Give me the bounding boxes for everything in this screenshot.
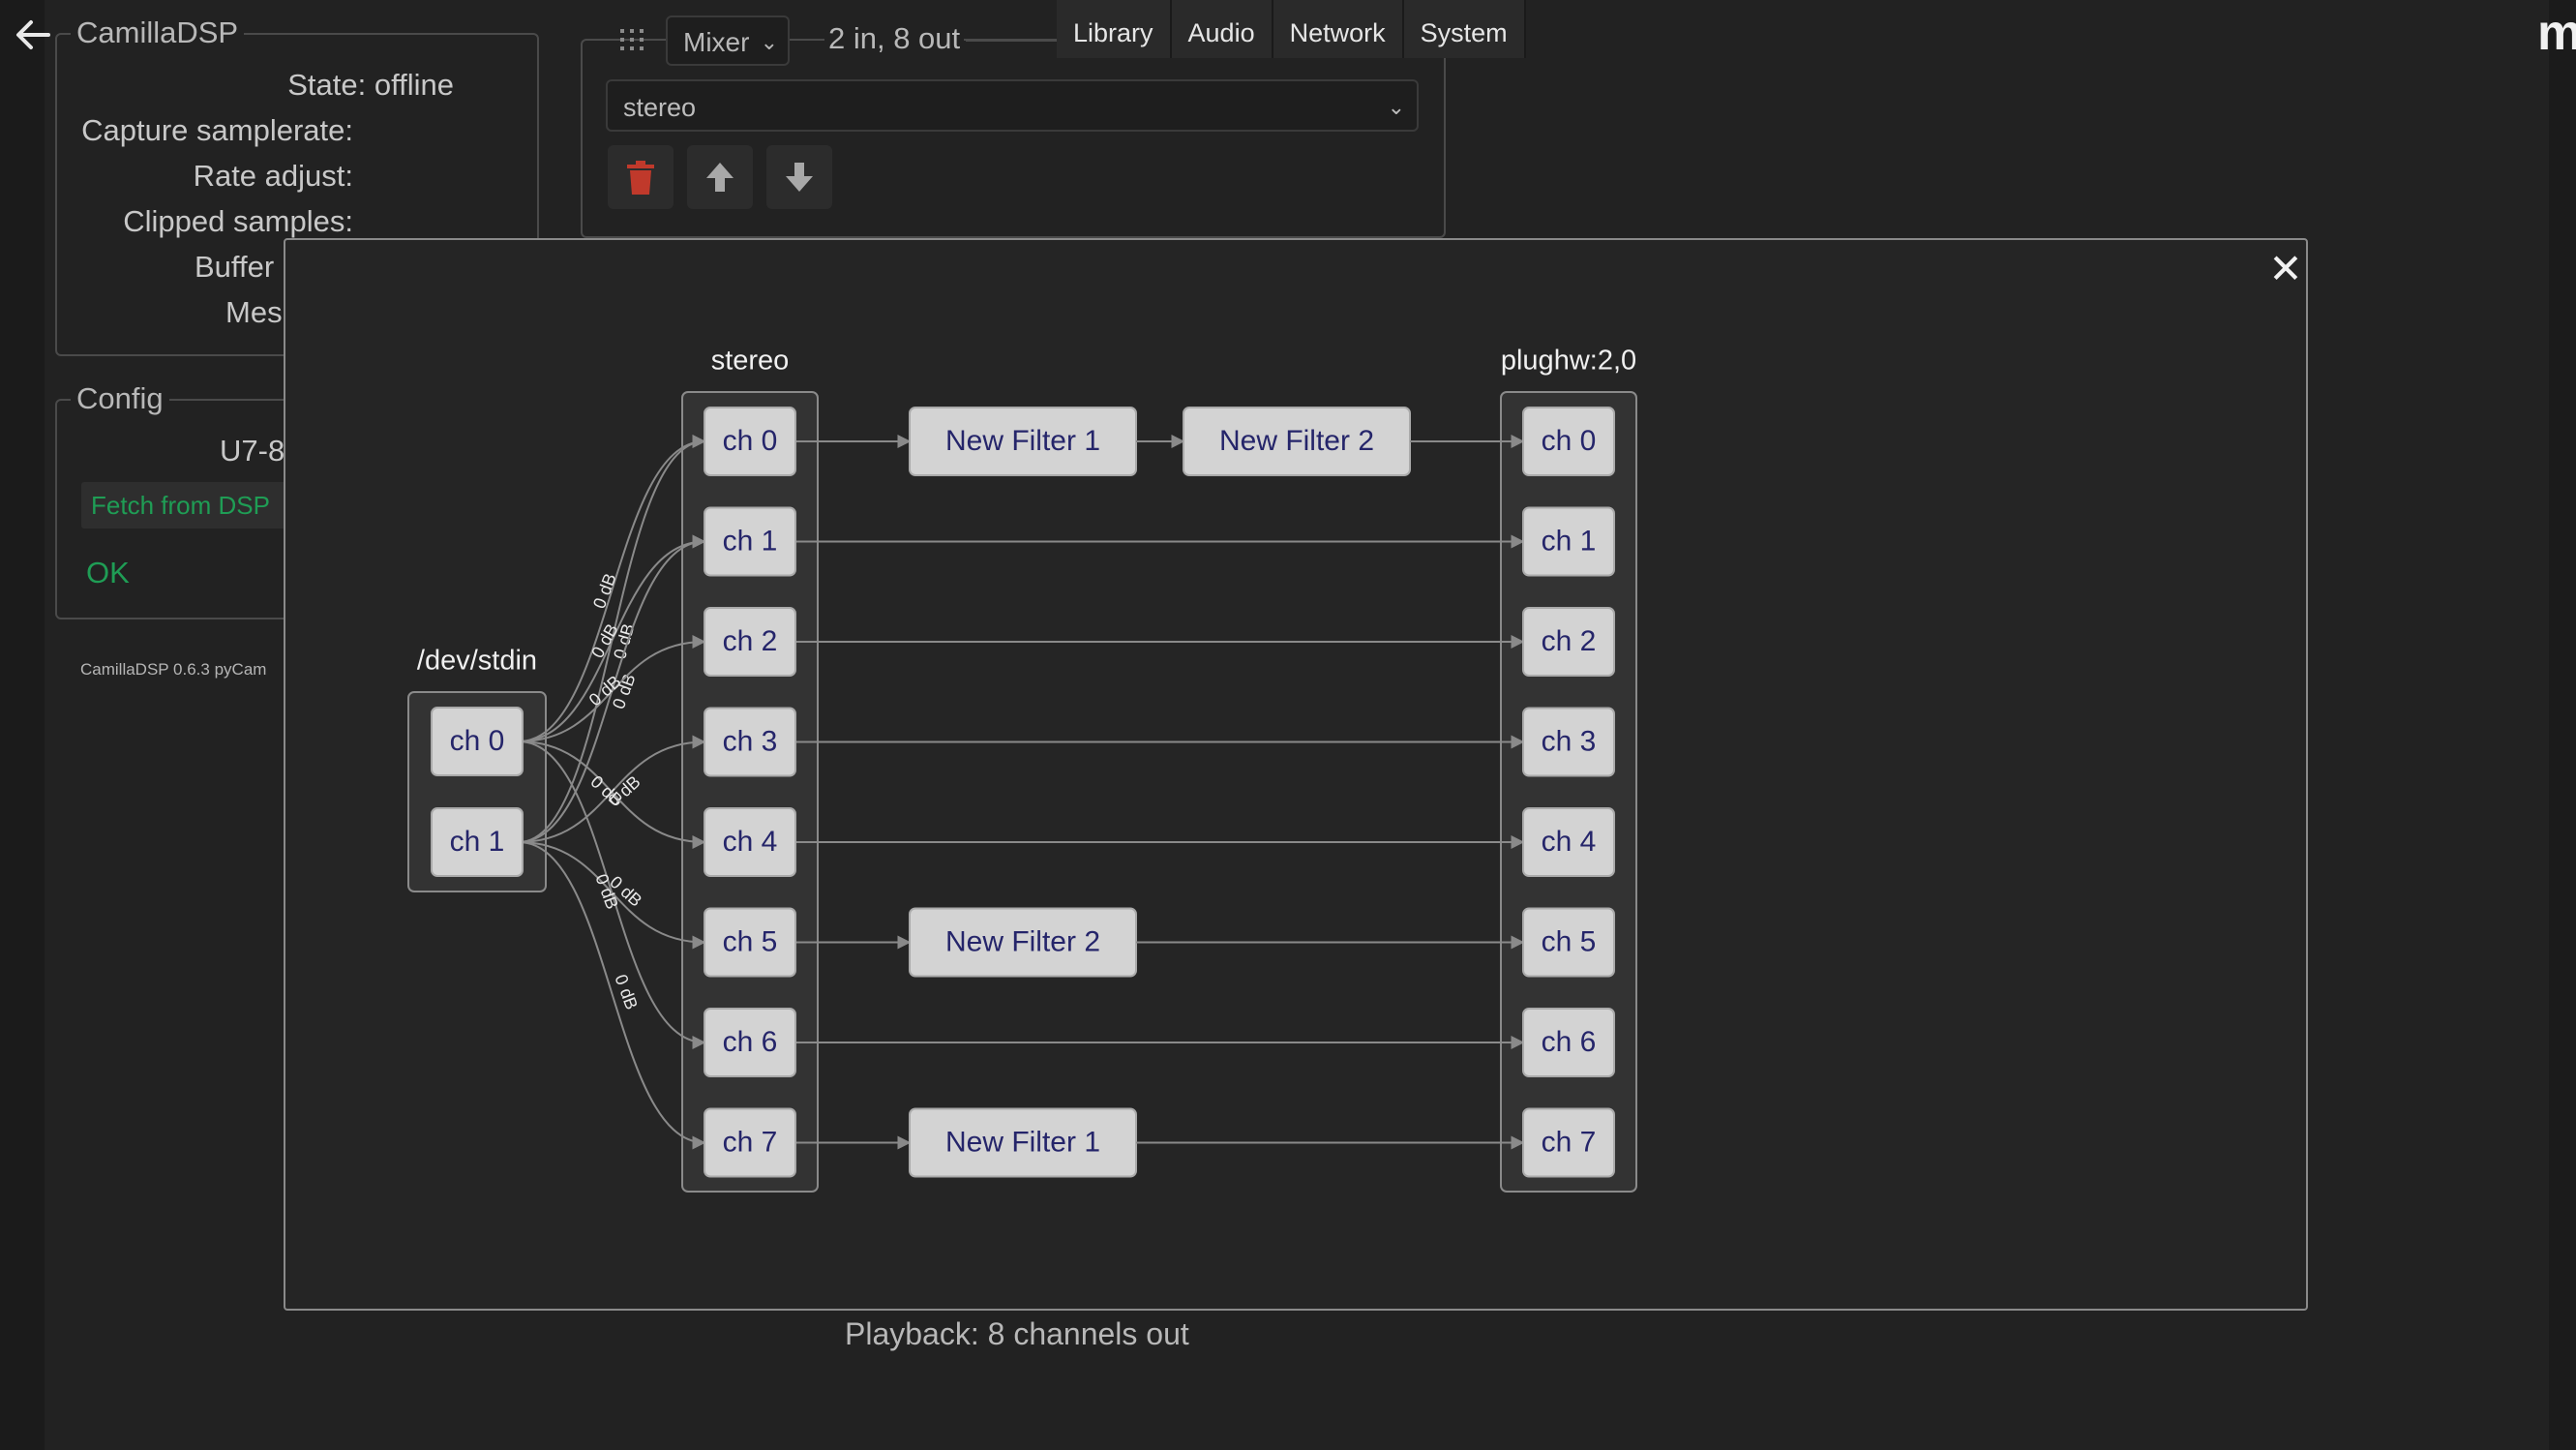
capture-channel-node-label: ch 0 (450, 725, 505, 757)
playback-channel-node-label: ch 2 (1542, 625, 1597, 657)
mixer-title: stereo (711, 346, 790, 377)
playback-channel-node-label: ch 7 (1542, 1126, 1597, 1158)
gain-label: 0 dB (589, 571, 620, 612)
mixer-channel-node-label: ch 0 (723, 425, 778, 457)
playback-channel-node-label: ch 1 (1542, 525, 1597, 557)
playback-channel-node-label: ch 0 (1542, 425, 1597, 457)
mixer-channel-node-label: ch 5 (723, 925, 778, 957)
pipeline-graph: /dev/stdinstereo plughw:2,00 dB0 dB0 dB0 … (407, 346, 1637, 1193)
mixer-channel-node-label: ch 2 (723, 625, 778, 657)
filter-node-label: New Filter 1 (945, 1126, 1100, 1158)
capture-channel-node-label: ch 1 (450, 826, 505, 858)
capture-device-title: /dev/stdin (417, 646, 537, 677)
mixer-channel-node-label: ch 6 (723, 1026, 778, 1058)
playback-channel-node-label: ch 6 (1542, 1026, 1597, 1058)
filter-node-label: New Filter 2 (1219, 425, 1374, 457)
playback-channel-node-label: ch 3 (1542, 725, 1597, 757)
playback-channel-node-label: ch 4 (1542, 826, 1597, 858)
mixer-channel-node-label: ch 3 (723, 725, 778, 757)
filter-node-label: New Filter 1 (945, 425, 1100, 457)
playback-device-title: plughw:2,0 (1501, 346, 1636, 377)
mixer-channel-node-label: ch 4 (723, 826, 778, 858)
filter-node-label: New Filter 2 (945, 925, 1100, 957)
mixer-channel-node-label: ch 7 (723, 1126, 778, 1158)
playback-channel-node-label: ch 5 (1542, 925, 1597, 957)
mixer-channel-node-label: ch 1 (723, 525, 778, 557)
